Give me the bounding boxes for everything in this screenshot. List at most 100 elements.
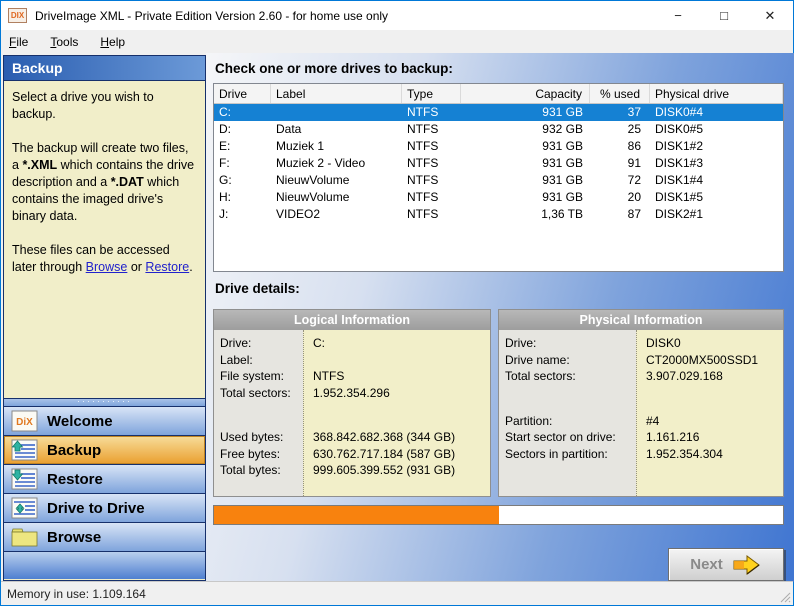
column-header[interactable]: Capacity [461, 84, 590, 103]
sidebar: Backup Select a drive you wish to backup… [3, 55, 206, 581]
progress-bar [213, 505, 784, 525]
table-cell: Data [276, 122, 302, 136]
table-cell: NieuwVolume [276, 190, 350, 204]
details-heading: Drive details: [215, 281, 300, 296]
restore-link[interactable]: Restore [145, 260, 189, 274]
detail-label: Label: [220, 352, 253, 367]
detail-label: Sectors in partition: [505, 446, 608, 461]
table-row[interactable]: D: Data NTFS 932 GB 25 DISK0#5 [214, 121, 783, 138]
detail-label: File system: [220, 369, 285, 383]
drive-table: Drive Label Type Capacity% used Physical dri… [213, 83, 784, 272]
svg-text:DiX: DiX [16, 417, 33, 428]
table-row[interactable]: C: NTFS 931 GB 37 DISK0#4 [214, 104, 783, 121]
table-cell: H: [219, 190, 231, 204]
table-cell: DISK2#1 [655, 207, 704, 221]
drive-table-body: C: NTFS 931 GB 37 DISK0#4 D: Data NTFS 932 GB 25 D… [214, 104, 783, 223]
sidebar-item-welcome[interactable]: DiX Welcome [4, 407, 205, 436]
detail-value: NTFS [313, 369, 345, 383]
table-cell: NTFS [407, 122, 439, 136]
table-cell: 87 [627, 207, 641, 221]
column-header[interactable]: Drive [214, 84, 271, 103]
column-header[interactable]: Physical drive [650, 84, 783, 103]
table-cell: C: [219, 105, 231, 119]
table-cell: DISK1#2 [655, 139, 704, 153]
table-cell: 931 GB [542, 156, 583, 170]
table-cell: NTFS [407, 190, 439, 204]
physical-information-panel: Physical Information Drive: Drive name: To… [498, 309, 784, 497]
detail-label [499, 385, 636, 413]
table-cell: Muziek 1 [276, 139, 325, 153]
detail-value [304, 401, 490, 429]
table-row[interactable]: E: Muziek 1 NTFS 931 GB 86 DISK1#2 [214, 138, 783, 155]
panel-title: Logical Information [214, 310, 490, 330]
detail-label [214, 401, 303, 429]
table-row[interactable]: F: Muziek 2 - Video NTFS 931 GB 91 DISK1#3 [214, 155, 783, 172]
detail-value [637, 385, 783, 413]
column-header[interactable]: Label [271, 84, 402, 103]
menu-help[interactable]: Help [100, 35, 125, 49]
sidebar-item-restore[interactable]: Restore [4, 465, 205, 494]
table-cell: DISK1#4 [655, 173, 704, 187]
window-title: DriveImage XML - Private Edition Version… [35, 8, 389, 23]
minimize-button[interactable]: − [655, 1, 701, 30]
menu-bar: File Tools Help [1, 30, 793, 53]
detail-label: Free bytes: [220, 446, 281, 461]
progress-fill [214, 506, 499, 524]
panel-title: Physical Information [499, 310, 783, 330]
column-header[interactable]: % used [590, 84, 650, 103]
close-button[interactable]: ✕ [747, 1, 793, 30]
browse-link[interactable]: Browse [86, 260, 128, 274]
table-cell [271, 104, 402, 121]
detail-label: Drive: [505, 336, 537, 350]
table-cell: NieuwVolume [276, 173, 350, 187]
table-cell: VIDEO2 [276, 207, 321, 221]
table-cell: E: [219, 139, 231, 153]
table-cell: Muziek 2 - Video [276, 156, 366, 170]
sidebar-filler [4, 552, 205, 579]
drive-table-header: Drive Label Type Capacity% used Physical dri… [214, 84, 783, 104]
sidebar-item-drive-to-drive[interactable]: Drive to Drive [4, 494, 205, 523]
maximize-button[interactable]: □ [701, 1, 747, 30]
sidebar-description: Select a drive you wish to backup. The b… [4, 81, 205, 398]
detail-value: #4 [646, 413, 660, 428]
sidebar-item-label: Backup [47, 441, 102, 459]
table-cell: DISK1#3 [655, 156, 704, 170]
table-cell: DISK0#4 [655, 105, 704, 119]
table-cell: 932 GB [542, 122, 583, 136]
main-area: Check one or more drives to backup: Driv… [206, 53, 794, 582]
table-row[interactable]: J: VIDEO2 NTFS 1,36 TB 87 DISK2#1 [214, 206, 783, 223]
table-row[interactable]: G: NieuwVolume NTFS 931 GB 72 DISK1#4 [214, 172, 783, 189]
description-line: . [189, 260, 193, 274]
resize-grip[interactable] [779, 591, 791, 603]
menu-file[interactable]: File [9, 35, 28, 49]
sidebar-item-backup[interactable]: Backup [4, 436, 205, 465]
table-cell: 931 GB [542, 105, 583, 119]
table-cell: DISK1#5 [655, 190, 704, 204]
detail-label: Drive: [220, 336, 252, 350]
sidebar-splitter[interactable]: ··········· [4, 396, 205, 407]
detail-value: DISK0 [646, 336, 681, 350]
detail-value [304, 352, 490, 369]
sidebar-item-browse[interactable]: Browse [4, 523, 205, 552]
detail-value: CT2000MX500SSD1 [646, 352, 759, 367]
sidebar-item-label: Restore [47, 470, 103, 488]
dat-file-term: *.DAT [110, 175, 144, 189]
detail-value: 630.762.717.184 (587 GB) [313, 446, 456, 461]
table-cell: NTFS [407, 207, 439, 221]
next-button[interactable]: Next [668, 548, 784, 581]
column-header[interactable]: Type [402, 84, 461, 103]
detail-value: 999.605.399.552 (931 GB) [313, 463, 456, 477]
menu-tools[interactable]: Tools [50, 35, 78, 49]
arrow-right-icon [733, 554, 760, 575]
table-cell: NTFS [407, 139, 439, 153]
detail-label: Total bytes: [220, 463, 281, 477]
table-cell: 931 GB [542, 139, 583, 153]
table-row[interactable]: H: NieuwVolume NTFS 931 GB 20 DISK1#5 [214, 189, 783, 206]
detail-value: 1.952.354.304 [646, 446, 723, 461]
table-cell: G: [219, 173, 232, 187]
table-cell: NTFS [407, 173, 439, 187]
sidebar-item-label: Welcome [47, 412, 113, 430]
table-cell: 91 [627, 156, 641, 170]
detail-label: Drive name: [505, 352, 570, 367]
table-cell: 931 GB [542, 190, 583, 204]
